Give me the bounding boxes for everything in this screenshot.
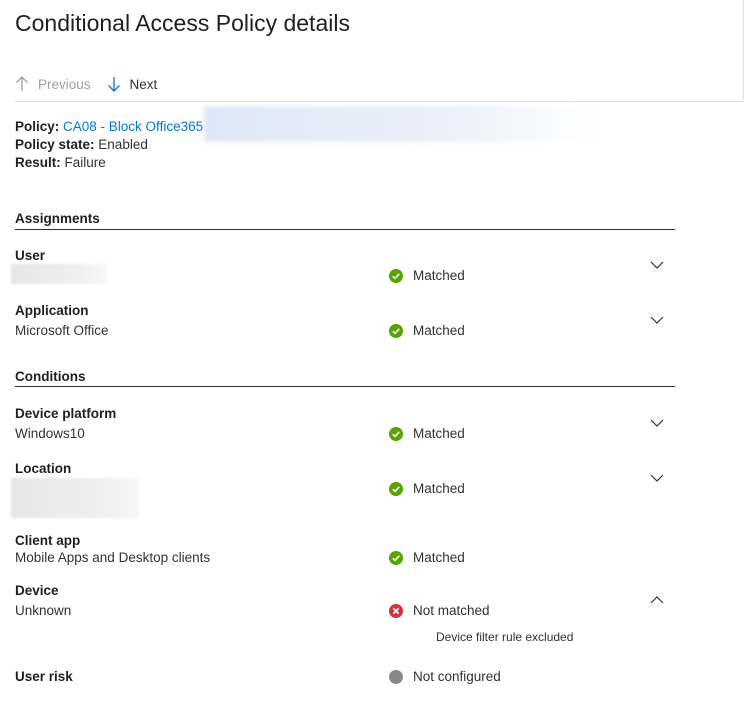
user-status: Matched xyxy=(389,268,465,283)
policy-name-link[interactable]: CA08 - Block Office365 xyxy=(63,119,203,134)
check-circle-icon xyxy=(389,426,403,441)
location-status: Matched xyxy=(389,481,465,496)
user-risk-status: Not configured xyxy=(389,669,501,684)
device-status: Not matched xyxy=(389,603,490,618)
policy-state-line: Policy state: Enabled xyxy=(15,137,148,152)
redacted-area xyxy=(204,106,599,142)
user-status-text: Matched xyxy=(413,268,465,283)
policy-label: Policy: xyxy=(15,119,60,134)
chevron-down-icon[interactable] xyxy=(650,315,664,325)
check-circle-icon xyxy=(389,481,403,496)
device-platform-status-text: Matched xyxy=(413,426,465,441)
arrow-up-icon xyxy=(16,76,28,91)
check-circle-icon xyxy=(389,323,403,338)
next-label: Next xyxy=(129,76,158,92)
location-status-text: Matched xyxy=(413,481,465,496)
client-app-value: Mobile Apps and Desktop clients xyxy=(15,550,211,565)
next-button[interactable]: Next xyxy=(107,76,158,92)
user-label: User xyxy=(15,248,46,263)
check-circle-icon xyxy=(389,550,403,565)
redacted-location-value xyxy=(11,478,139,518)
client-app-status-text: Matched xyxy=(413,550,465,565)
result-line: Result: Failure xyxy=(15,155,106,170)
device-platform-value: Windows10 xyxy=(15,426,85,441)
conditions-heading: Conditions xyxy=(15,369,86,384)
chevron-up-icon[interactable] xyxy=(650,595,664,605)
device-value: Unknown xyxy=(15,603,72,618)
policy-line: Policy: CA08 - Block Office365 xyxy=(15,119,203,134)
result-value: Failure xyxy=(64,155,106,170)
client-app-label: Client app xyxy=(15,533,81,548)
policy-state-value: Enabled xyxy=(98,137,148,152)
toolbar-separator xyxy=(15,101,744,102)
chevron-down-icon[interactable] xyxy=(650,418,664,428)
device-platform-label: Device platform xyxy=(15,406,117,421)
device-status-text: Not matched xyxy=(413,603,490,618)
conditions-divider xyxy=(15,386,675,387)
previous-button[interactable]: Previous xyxy=(15,76,91,92)
application-value: Microsoft Office xyxy=(15,323,109,338)
client-app-status: Matched xyxy=(389,550,465,565)
chevron-down-icon[interactable] xyxy=(650,473,664,483)
device-platform-status: Matched xyxy=(389,426,465,441)
redacted-user-value xyxy=(11,264,107,284)
location-label: Location xyxy=(15,461,72,476)
policy-state-label: Policy state: xyxy=(15,137,95,152)
device-filter-note: Device filter rule excluded xyxy=(436,630,574,644)
application-label: Application xyxy=(15,303,89,318)
assignments-divider xyxy=(15,229,675,230)
toolbar: Previous Next xyxy=(15,72,157,96)
previous-label: Previous xyxy=(38,76,91,92)
chevron-down-icon[interactable] xyxy=(650,260,664,270)
application-status: Matched xyxy=(389,323,465,338)
gray-circle-icon xyxy=(389,669,403,684)
error-circle-icon xyxy=(389,603,403,618)
arrow-down-icon xyxy=(107,77,120,92)
device-label: Device xyxy=(15,583,59,598)
user-risk-label: User risk xyxy=(15,669,73,684)
user-risk-status-text: Not configured xyxy=(413,669,501,684)
assignments-heading: Assignments xyxy=(15,211,100,226)
application-status-text: Matched xyxy=(413,323,465,338)
result-label: Result: xyxy=(15,155,61,170)
page-title: Conditional Access Policy details xyxy=(15,10,350,36)
check-circle-icon xyxy=(389,268,403,283)
